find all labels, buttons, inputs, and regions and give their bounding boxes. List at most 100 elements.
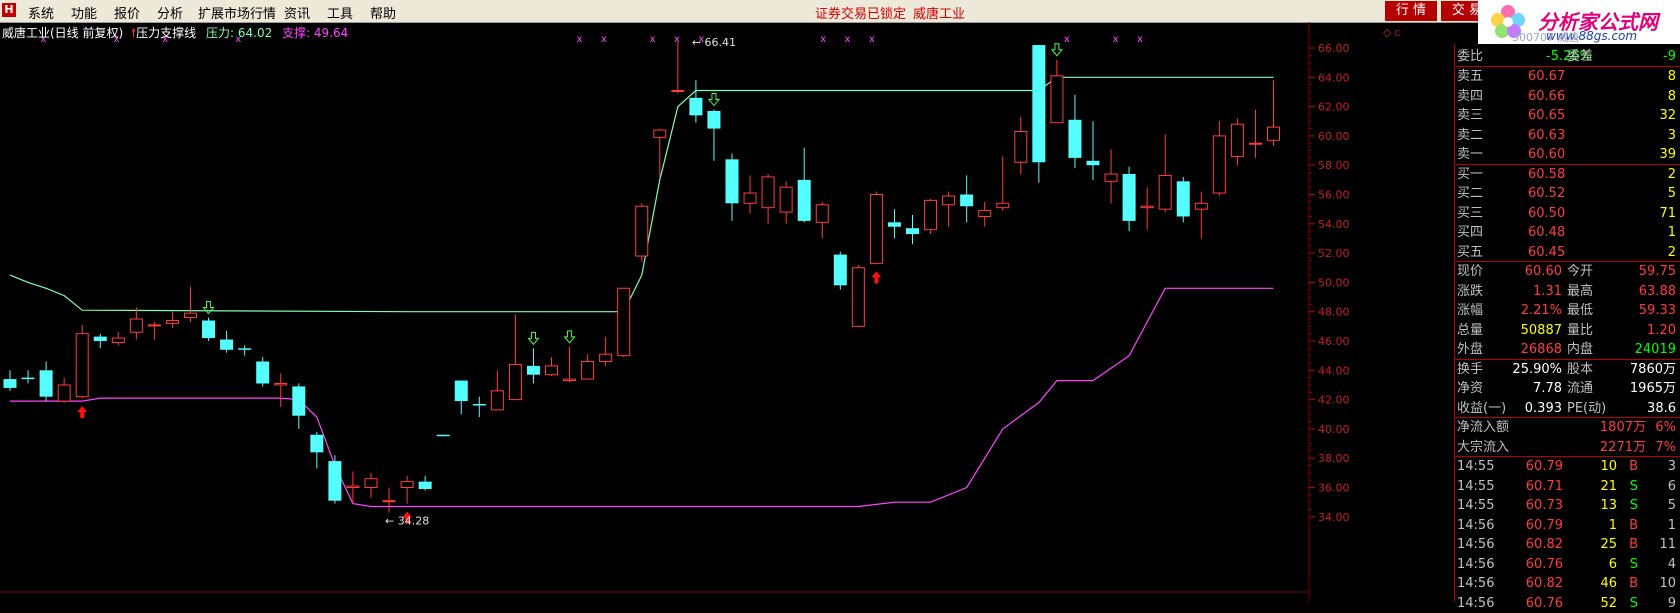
candle [346,471,360,503]
menu-extended-market[interactable]: 扩展市场行情 [198,3,276,22]
tick-time: 14:56 [1457,595,1495,611]
y-tick-label: 42.00 [1318,394,1350,407]
candle-body [382,500,396,503]
bid-row: 买三 60.50 71 [1454,204,1680,223]
menu-help[interactable]: 帮助 [370,3,396,22]
candle [454,380,468,415]
stat-row: 净资 7.78 流通 1965万 [1454,379,1680,398]
candle-body [1104,173,1118,182]
candle-body [617,287,631,357]
quote-value-2: 59.33 [1638,303,1676,318]
y-tick-label: 56.00 [1318,189,1350,202]
candle-body [599,353,613,363]
candle [165,311,179,328]
weibi-label: 委比 [1457,49,1484,64]
tick-row: 14:56 60.79 1 B 1 [1454,516,1680,535]
tick-count: 4 [1667,556,1676,572]
candle [292,383,306,429]
sell-x-marker: x [1064,34,1070,45]
flow-label: 净流入额 [1457,420,1510,435]
kline-chart[interactable]: x x x x x x x x x x x x x x x← 66.41← 34.28◇ ▫ 66.0064.… [0,22,1400,601]
tick-volume: 1 [1608,517,1617,533]
candle-body [942,195,956,206]
price-axis: 66.00 64.00 62.00 60.00 58.00 56.00 54.00 52.00… [1309,42,1350,524]
bid-row: 买四 60.48 1 [1454,223,1680,242]
menu-analysis[interactable]: 分析 [157,3,183,22]
menu-quote[interactable]: 报价 [114,3,140,22]
y-tick-label: 38.00 [1318,452,1350,465]
ask-price: 60.65 [1528,108,1566,123]
sell-x-marker: x [577,34,583,45]
candle [815,201,829,239]
tick-side: S [1629,478,1638,494]
menu-news[interactable]: 资讯 [284,3,310,22]
menu-function[interactable]: 功能 [71,3,97,22]
flow-percent: 7% [1655,439,1676,455]
y-tick-label: 60.00 [1318,130,1350,143]
ask-volume: 32 [1659,108,1676,123]
candle [400,475,414,504]
candle-body [400,481,414,489]
sell-x-marker: x [650,34,656,45]
tick-count: 6 [1667,478,1676,494]
tick-price: 60.82 [1525,576,1563,591]
quote-row: 外盘 26868 内盘 24019 [1454,340,1680,359]
menu-system[interactable]: 系统 [28,3,54,22]
candle-body [887,222,901,227]
tick-side: S [1629,498,1638,513]
candle-body [581,361,595,380]
bid-volume: 2 [1667,166,1676,182]
ask-label: 卖一 [1457,147,1484,162]
quote-row: 涨跌 1.31 最高 63.88 [1454,282,1680,301]
quote-row: 涨幅 2.21% 最低 59.33 [1454,301,1680,320]
ask-price: 60.60 [1528,147,1566,162]
candle-body [1122,173,1136,221]
tick-price: 60.79 [1525,517,1563,533]
tick-volume: 13 [1600,498,1617,513]
candle [21,370,35,384]
ask-label: 卖五 [1457,69,1484,84]
tick-count: 5 [1667,498,1676,513]
tick-volume: 46 [1600,576,1617,591]
candle [93,333,107,349]
candle-body [472,403,486,406]
candle-body [184,312,197,319]
ask-row: 卖二 60.63 3 [1454,126,1680,145]
candle-body [3,379,17,388]
tick-price: 60.71 [1525,478,1563,494]
quote-label: 总量 [1457,322,1484,338]
tick-price: 60.76 [1525,595,1563,611]
candle [545,357,558,377]
candle [833,251,847,290]
bid-row: 买二 60.52 5 [1454,184,1680,203]
candle [57,377,71,403]
bid-label: 买二 [1457,186,1484,201]
tick-volume: 21 [1600,478,1617,494]
candle-body [39,370,53,397]
candle [978,201,992,227]
y-tick-label: 46.00 [1318,335,1350,348]
y-tick-label: 36.00 [1318,482,1350,495]
candle [1032,45,1046,183]
tick-count: 11 [1659,537,1676,552]
stat-label-2: PE(动) [1567,400,1607,416]
candle [653,128,667,177]
menu-tools[interactable]: 工具 [327,3,353,22]
flow-amount: 1807万 [1599,420,1646,435]
quote-label: 现价 [1457,264,1484,279]
quote-value: 2.21% [1520,303,1562,318]
candle-body [436,434,450,437]
flow-amount: 2271万 [1599,439,1646,455]
candle-body [924,199,938,231]
tick-volume: 25 [1600,537,1617,552]
quote-row: 现价 60.60 今开 59.75 [1454,262,1680,281]
quote-value: 50887 [1520,322,1562,338]
candle [851,264,865,327]
candle [436,434,450,437]
quotes-button[interactable]: 行 情 [1385,1,1437,21]
candle [743,175,757,214]
candle-body [1068,119,1082,158]
quote-panel: 委比 -5.26% 委差 -9 卖五 60.67 8 卖四 60.66 8 卖三 60.65 32 卖二 6… [1454,44,1680,611]
candle-body [653,129,667,138]
candle-body [1194,202,1208,210]
